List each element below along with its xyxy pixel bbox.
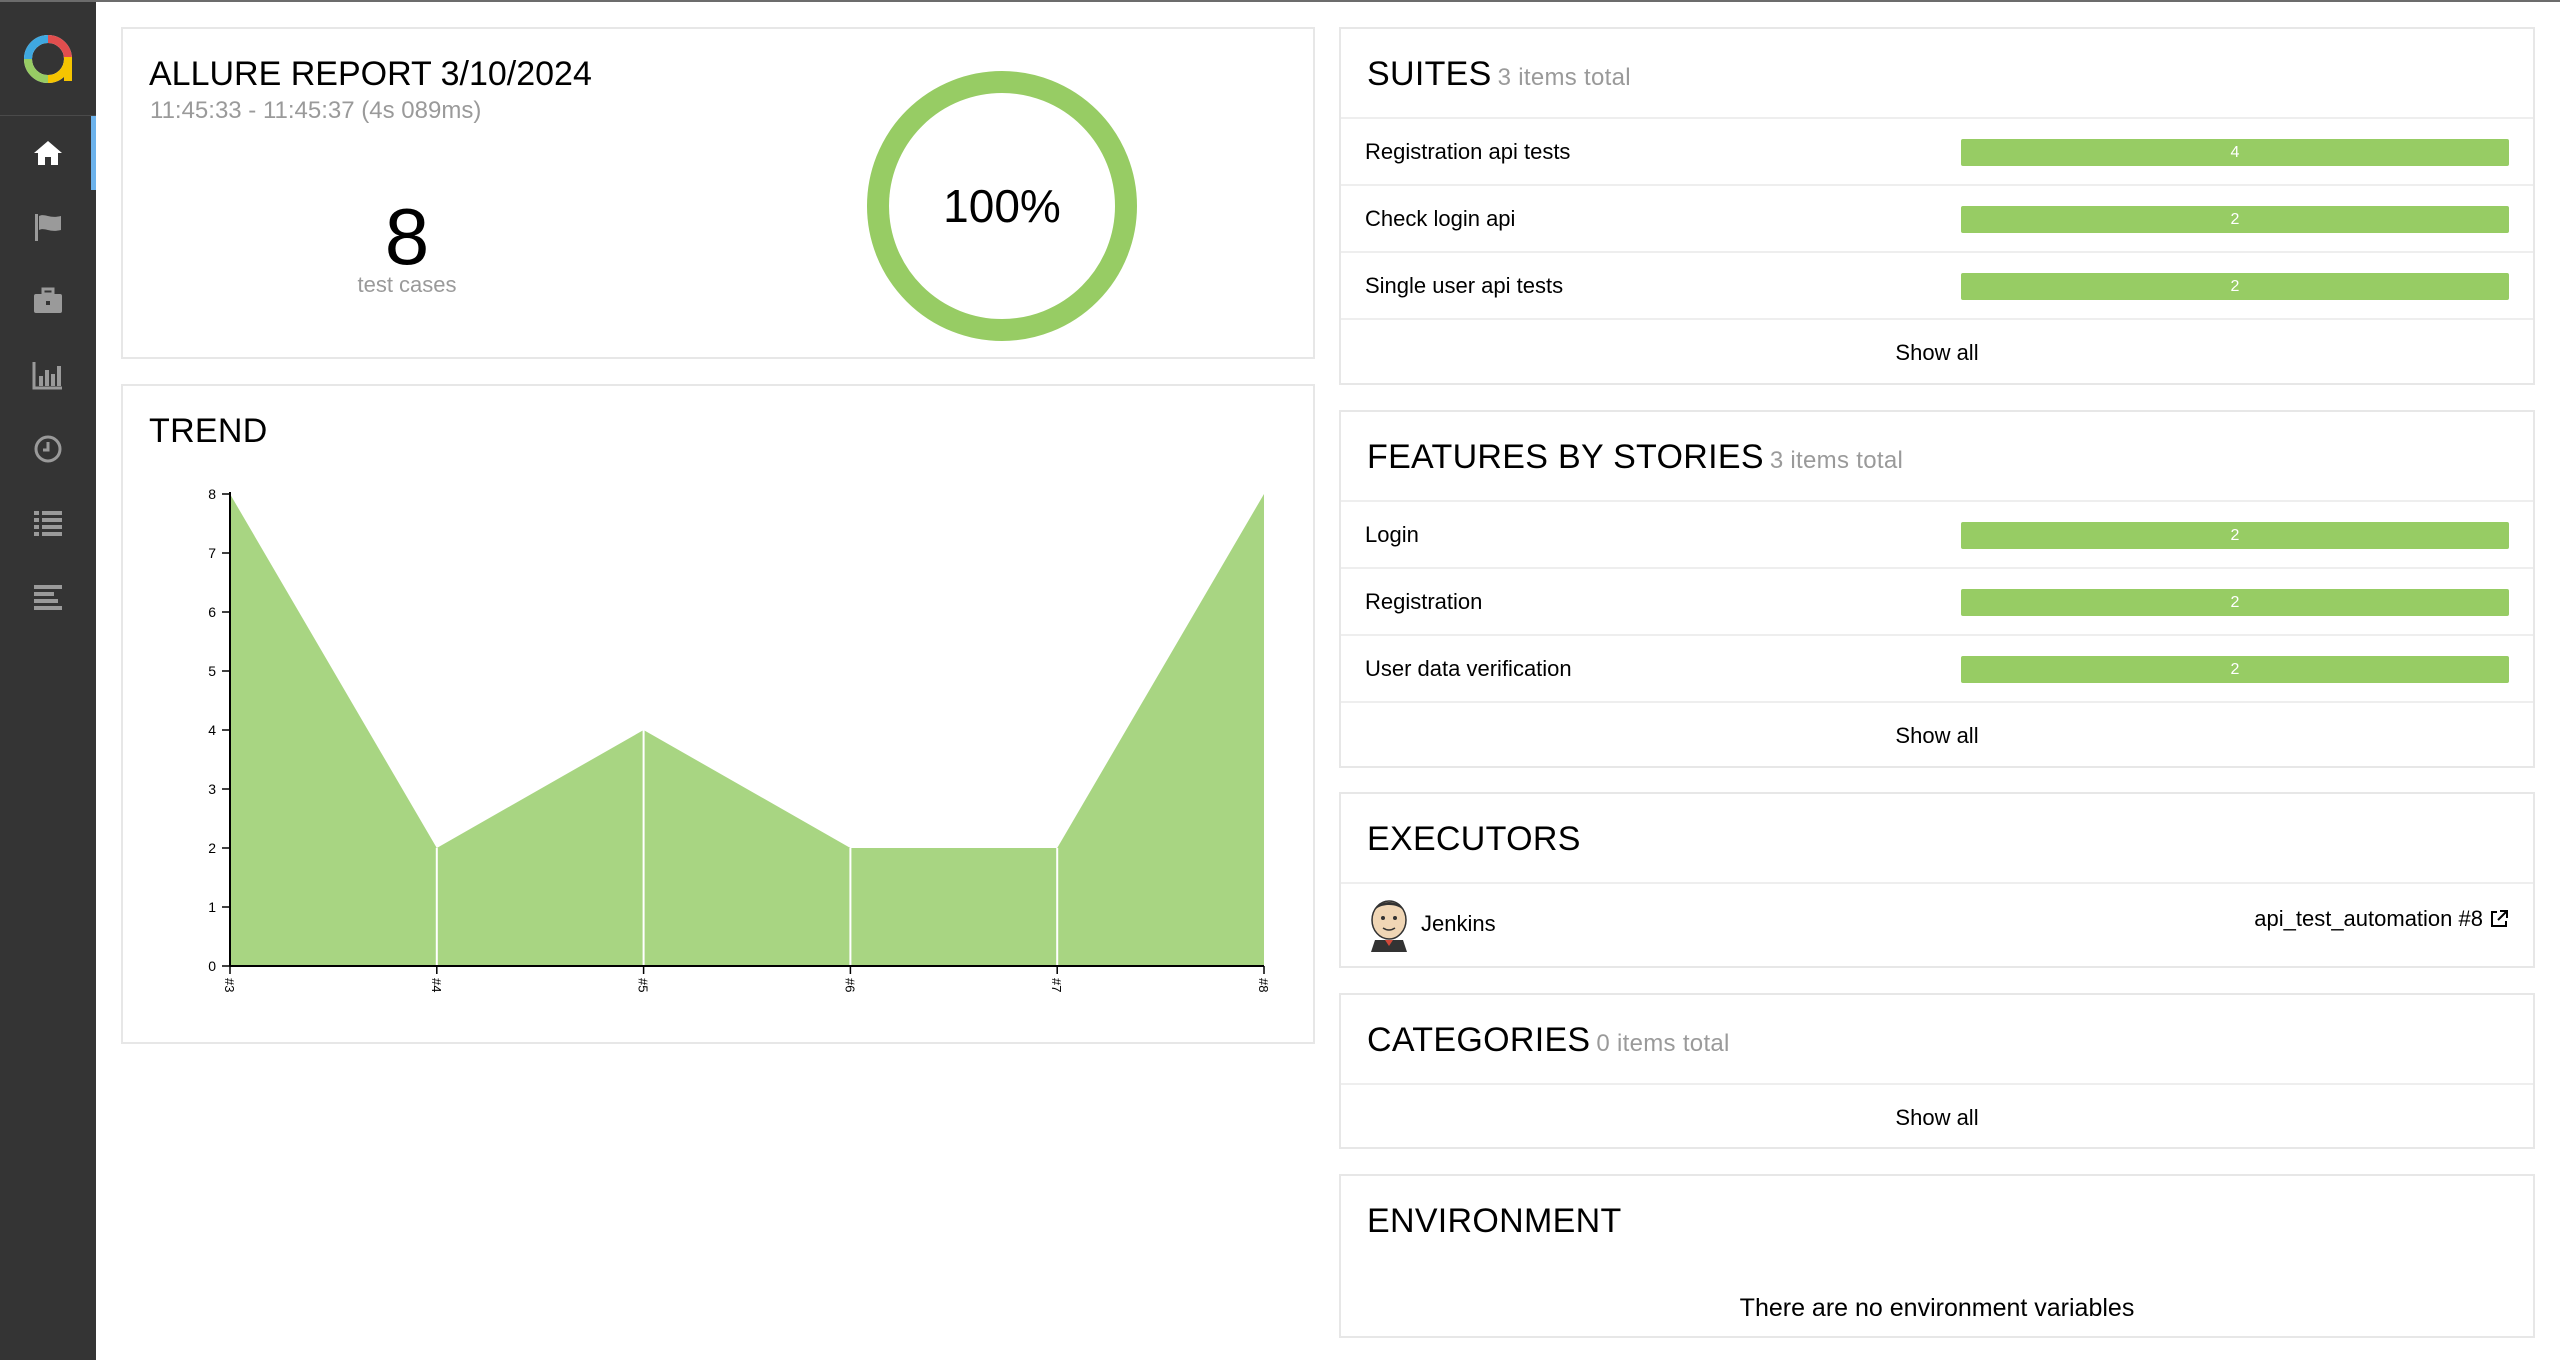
- suite-row[interactable]: Check login api 2: [1341, 184, 2533, 251]
- y-tick-label: 5: [208, 663, 216, 679]
- y-tick-label: 3: [208, 781, 216, 797]
- suite-name: Registration api tests: [1365, 138, 1571, 164]
- categories-title: CATEGORIES 0 items total: [1341, 995, 2533, 1083]
- jenkins-avatar-icon: [1371, 900, 1407, 952]
- suite-name: Single user api tests: [1365, 272, 1564, 298]
- feature-passed-bar: 2: [1961, 656, 2509, 683]
- features-widget: FEATURES BY STORIES 3 items total Login 2…: [1339, 410, 2535, 768]
- x-tick-label: #4: [429, 978, 444, 992]
- report-title: ALLURE REPORT 3/10/2024: [149, 55, 592, 93]
- suite-name: Check login api: [1365, 205, 1516, 231]
- feature-name: Registration: [1365, 588, 1483, 614]
- categories-widget: CATEGORIES 0 items total Show all: [1339, 993, 2535, 1149]
- nav-packages[interactable]: [0, 560, 96, 634]
- align-left-icon: [34, 585, 62, 610]
- executor-name: Jenkins: [1421, 911, 1496, 936]
- test-case-count: 8: [384, 192, 430, 281]
- feature-name: Login: [1365, 521, 1419, 547]
- feature-row[interactable]: Registration 2: [1341, 567, 2533, 634]
- feature-row[interactable]: User data verification 2: [1341, 634, 2533, 701]
- y-tick-label: 7: [208, 545, 216, 561]
- nav-timeline[interactable]: [0, 412, 96, 486]
- trend-chart[interactable]: 0 1 2 3 4 5 6 7 8 #3 #4 #5 #6 #7 #8: [123, 386, 1313, 1042]
- executor-row: Jenkins api_test_automation #8: [1341, 882, 2533, 964]
- environment-title: ENVIRONMENT: [1367, 1202, 1622, 1240]
- suites-count: 3 items total: [1497, 64, 1631, 91]
- categories-title-text: CATEGORIES: [1367, 1021, 1591, 1059]
- suite-passed-bar: 4: [1961, 139, 2509, 166]
- x-tick-label: #7: [1049, 978, 1064, 992]
- sidebar: [0, 2, 96, 1360]
- y-tick-label: 6: [208, 604, 216, 620]
- test-case-count-label: test cases: [357, 272, 457, 297]
- clock-icon: [34, 435, 62, 463]
- suite-passed-bar: 2: [1961, 206, 2509, 233]
- nav-graphs[interactable]: [0, 338, 96, 412]
- features-title-text: FEATURES BY STORIES: [1367, 438, 1764, 476]
- list-icon: [34, 511, 62, 536]
- y-tick-label: 2: [208, 840, 216, 856]
- suites-widget: SUITES 3 items total Registration api tes…: [1339, 27, 2535, 385]
- features-title: FEATURES BY STORIES 3 items total: [1341, 412, 2533, 500]
- nav-behaviors[interactable]: [0, 486, 96, 560]
- nav-categories[interactable]: [0, 190, 96, 264]
- summary-widget: ALLURE REPORT 3/10/2024 11:45:33 - 11:45…: [121, 27, 1315, 359]
- x-tick-label: #6: [842, 978, 857, 992]
- suite-row[interactable]: Single user api tests 2: [1341, 251, 2533, 318]
- external-link-icon: [2491, 910, 2508, 927]
- briefcase-icon: [34, 287, 62, 313]
- executors-widget: EXECUTORS Jenkins api_test_automation #8: [1339, 792, 2535, 968]
- executor-build-link[interactable]: api_test_automation #8: [2254, 906, 2509, 932]
- trend-widget: TREND 0 1 2 3 4 5 6 7 8 #3 #4 #5 #6 #7 #8: [121, 384, 1315, 1044]
- executors-title: EXECUTORS: [1367, 820, 1581, 858]
- features-show-all-link[interactable]: Show all: [1341, 701, 2533, 768]
- suites-title: SUITES 3 items total: [1341, 29, 2533, 117]
- x-tick-label: #3: [222, 978, 237, 992]
- features-count: 3 items total: [1769, 447, 1904, 474]
- pass-rate-percent: 100%: [943, 180, 1061, 232]
- categories-show-all-link[interactable]: Show all: [1341, 1083, 2533, 1150]
- allure-logo-icon: [24, 34, 72, 83]
- executor-build-label: api_test_automation #8: [2254, 906, 2483, 931]
- x-tick-label: #8: [1256, 978, 1271, 992]
- x-tick-label: #5: [636, 978, 651, 992]
- report-time-range: 11:45:33 - 11:45:37 (4s 089ms): [150, 97, 482, 124]
- suite-row[interactable]: Registration api tests 4: [1341, 117, 2533, 184]
- nav-overview[interactable]: [0, 116, 96, 190]
- feature-name: User data verification: [1365, 655, 1572, 681]
- y-tick-label: 4: [208, 722, 216, 738]
- bar-chart-icon: [32, 362, 62, 390]
- trend-area-passed[interactable]: [230, 494, 1264, 966]
- home-icon: [34, 141, 62, 165]
- allure-logo[interactable]: [0, 2, 96, 116]
- suite-passed-bar: 2: [1961, 273, 2509, 300]
- flag-icon: [35, 214, 61, 241]
- feature-passed-bar: 2: [1961, 522, 2509, 549]
- suites-title-text: SUITES: [1367, 55, 1492, 93]
- categories-count: 0 items total: [1596, 1030, 1730, 1057]
- environment-widget: ENVIRONMENT There are no environment var…: [1339, 1174, 2535, 1338]
- y-tick-label: 0: [208, 958, 216, 974]
- suites-show-all-link[interactable]: Show all: [1341, 318, 2533, 385]
- environment-empty-message: There are no environment variables: [1739, 1294, 2135, 1322]
- y-tick-label: 8: [208, 486, 216, 502]
- nav-suites[interactable]: [0, 264, 96, 338]
- feature-row[interactable]: Login 2: [1341, 500, 2533, 567]
- y-tick-label: 1: [208, 899, 216, 915]
- feature-passed-bar: 2: [1961, 589, 2509, 616]
